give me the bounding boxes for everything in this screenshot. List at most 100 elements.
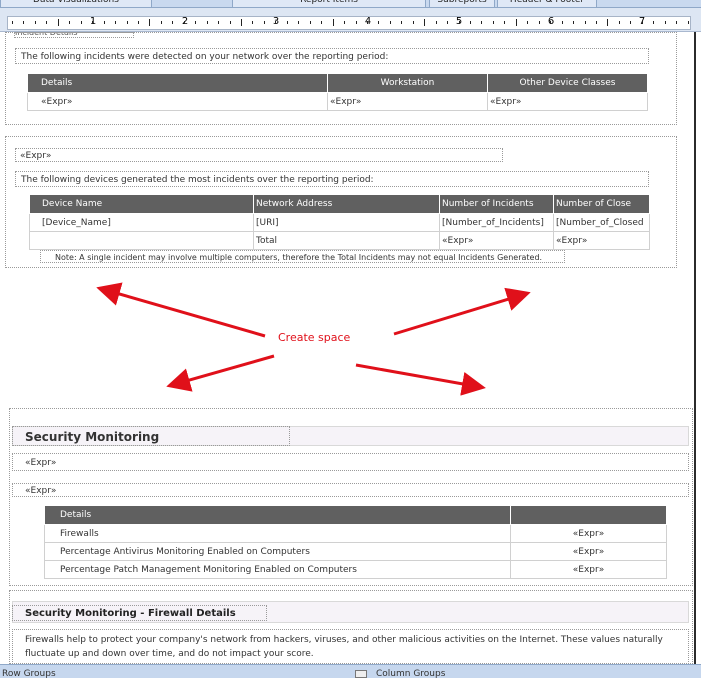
ruler-tick (378, 21, 380, 24)
ruler-tick (527, 21, 529, 24)
table-row: [Device_Name] [URI] [Number_of_Incidents… (29, 213, 650, 232)
table-header-row: Details Workstation Other Device Classes (27, 73, 648, 93)
ruler-tick (550, 21, 552, 24)
tab-subreports[interactable]: Subreports (429, 0, 495, 7)
tab-report-items[interactable]: Report Items (232, 0, 426, 7)
ruler-tick (584, 21, 586, 24)
column-groups-icon (355, 670, 367, 678)
ruler-tick (458, 21, 460, 24)
ruler-tick (515, 19, 517, 26)
table-cell[interactable]: «Expr» (487, 92, 648, 111)
ruler-tick (470, 21, 471, 24)
table-row: Percentage Antivirus Monitoring Enabled … (44, 542, 667, 561)
row-groups-label[interactable]: Row Groups (2, 669, 56, 678)
ruler-tick (435, 21, 437, 24)
ruler-tick (321, 21, 323, 24)
ruler-tick (309, 21, 311, 24)
grouping-pane-bar: Row Groups Column Groups (0, 664, 701, 678)
incidents-intro-text: The following incidents were detected on… (15, 48, 649, 64)
ruler-tick (355, 21, 357, 24)
column-header-number-of-close[interactable]: Number of Close (553, 194, 650, 214)
table-cell[interactable]: «Expr» (327, 92, 488, 111)
create-space-label: Create space (278, 331, 351, 344)
table-cell[interactable]: Percentage Patch Management Monitoring E… (44, 560, 511, 579)
tab-header-footer[interactable]: Header & Footer (497, 0, 597, 7)
ruler-number: 4 (364, 16, 372, 27)
devices-intro-text: The following devices generated the most… (15, 171, 649, 187)
table-cell[interactable]: «Expr» (510, 524, 667, 543)
table-cell[interactable]: Firewalls (44, 524, 511, 543)
column-header-details[interactable]: Details (44, 505, 511, 525)
column-header-device-name[interactable]: Device Name (29, 194, 254, 214)
ruler-tick (12, 21, 13, 24)
ruler-tick (218, 21, 220, 24)
table-cell[interactable]: «Expr» (553, 231, 650, 250)
ruler-tick (344, 21, 346, 24)
ruler-tick (160, 21, 162, 24)
arrow-up-right (393, 287, 531, 336)
column-header-value[interactable] (510, 505, 667, 525)
firewall-description-line: fluctuate up and down over time, and do … (25, 649, 314, 659)
ruler-number: 2 (181, 16, 189, 27)
arrow-down-left (166, 354, 275, 392)
ruler-tick (149, 19, 151, 26)
table-cell[interactable]: «Expr» (27, 92, 328, 111)
table-cell[interactable]: «Expr» (510, 560, 667, 579)
ruler-tick (504, 21, 506, 24)
table-cell[interactable]: [URI] (253, 213, 440, 232)
arrow-down-right (355, 363, 486, 396)
toolbox-tab-strip: Data Visualizations Report Items Subrepo… (0, 0, 701, 8)
devices-expr-textbox[interactable]: «Expr» (15, 148, 503, 162)
table-cell[interactable]: [Number_of_Incidents] (439, 213, 554, 232)
ruler-tick (241, 19, 242, 26)
table-cell[interactable]: «Expr» (439, 231, 554, 250)
ruler-tick (366, 21, 368, 24)
ruler-tick (115, 21, 117, 24)
security-expr-textbox-1[interactable]: «Expr» (12, 453, 689, 471)
ruler-tick (573, 21, 575, 24)
ruler-tick (653, 21, 655, 24)
table-cell[interactable]: [Number_of_Closed (553, 213, 650, 232)
ruler-tick (286, 21, 288, 24)
ruler-tick (195, 21, 197, 24)
ruler-tick (561, 21, 563, 24)
ruler-tick (492, 21, 494, 24)
tab-data-visualizations[interactable]: Data Visualizations (0, 0, 152, 7)
table-cell[interactable] (29, 231, 254, 250)
vertical-scrollbar[interactable] (694, 32, 701, 664)
ruler-tick (447, 21, 449, 24)
table-row: Percentage Patch Management Monitoring E… (44, 560, 667, 579)
ruler-tick (183, 21, 185, 24)
ruler-tick (252, 21, 254, 24)
table-row: «Expr» «Expr» «Expr» (27, 92, 648, 111)
table-cell[interactable]: «Expr» (510, 542, 667, 561)
ruler-tick (298, 21, 300, 24)
ruler-tick (92, 21, 94, 24)
column-header-number-of-incidents[interactable]: Number of Incidents (439, 194, 554, 214)
security-expr-textbox-2[interactable]: «Expr» (12, 483, 689, 497)
table-cell[interactable]: Total (253, 231, 440, 250)
column-header-details[interactable]: Details (27, 73, 328, 93)
column-groups-label[interactable]: Column Groups (376, 669, 445, 678)
ruler-tick (172, 21, 174, 24)
ruler-tick (424, 19, 426, 26)
incidents-partial-title: Incident Details (14, 32, 134, 38)
ruler-tick (630, 21, 632, 24)
table-row: Total «Expr» «Expr» (29, 231, 650, 250)
column-header-other-device-classes[interactable]: Other Device Classes (487, 73, 648, 93)
column-header-network-address[interactable]: Network Address (253, 194, 440, 214)
firewall-description: Firewalls help to protect your company's… (12, 629, 689, 664)
table-cell[interactable]: [Device_Name] (29, 213, 254, 232)
ruler-tick (34, 21, 36, 24)
ruler-tick (275, 21, 277, 24)
column-header-workstation[interactable]: Workstation (327, 73, 488, 93)
ruler-tick (103, 21, 105, 24)
ruler-tick (206, 21, 208, 24)
ruler-tick (126, 21, 128, 24)
table-cell[interactable]: Percentage Antivirus Monitoring Enabled … (44, 542, 511, 561)
incidents-table: Details Workstation Other Device Classes… (27, 73, 648, 111)
ruler-scale: 1 2 3 4 5 6 7 (7, 16, 691, 30)
ruler-tick (676, 21, 678, 24)
ruler-tick (46, 21, 48, 24)
security-table: Details Firewalls «Expr» Percentage Anti… (44, 505, 667, 579)
